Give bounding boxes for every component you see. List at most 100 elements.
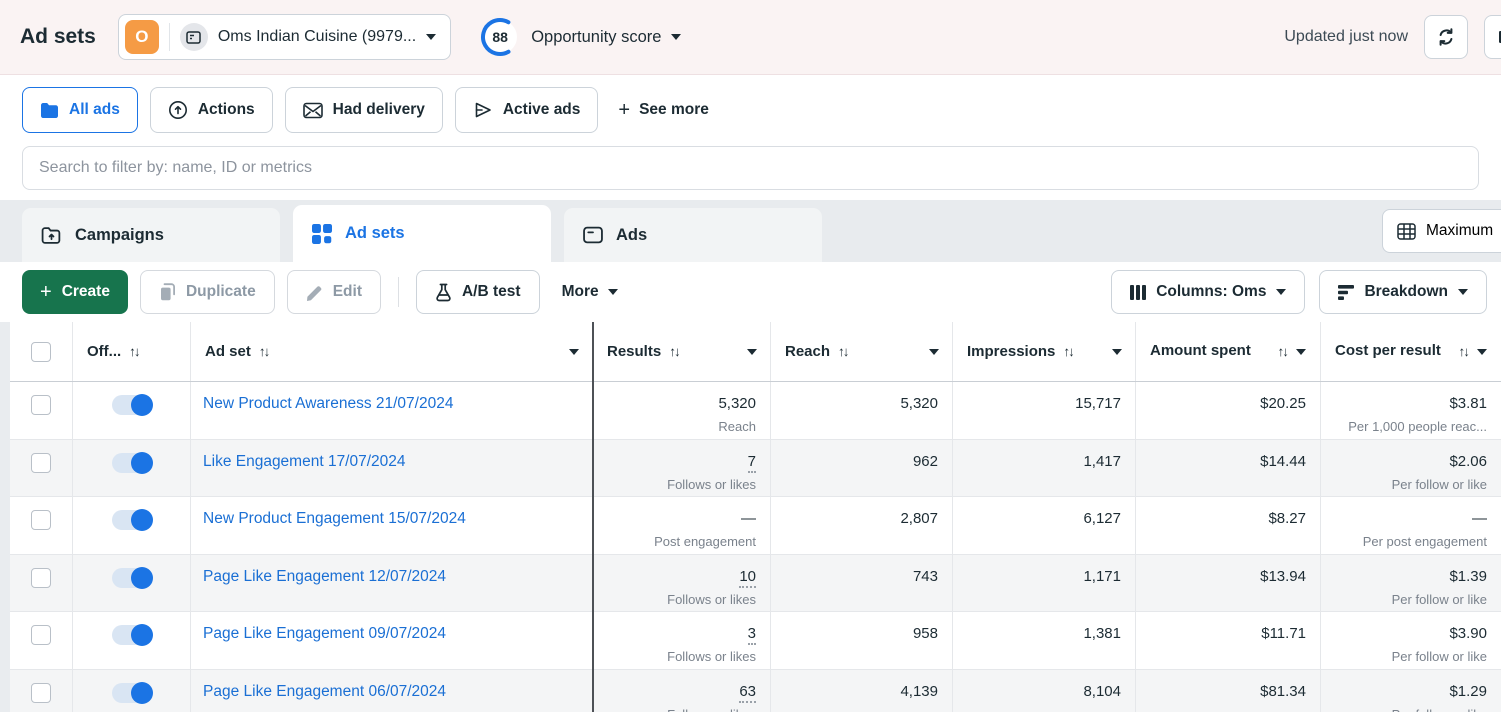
impressions-cell: 1,171 xyxy=(952,555,1135,612)
plus-icon: + xyxy=(618,100,630,120)
adset-name-link[interactable]: Page Like Engagement 06/07/2024 xyxy=(191,683,446,701)
row-checkbox[interactable] xyxy=(31,395,51,415)
adset-name-link[interactable]: Like Engagement 17/07/2024 xyxy=(191,453,406,471)
row-checkbox[interactable] xyxy=(31,453,51,473)
adset-name-link[interactable]: Page Like Engagement 12/07/2024 xyxy=(191,568,446,586)
row-toggle-cell xyxy=(72,497,190,554)
more-button[interactable]: More xyxy=(552,283,628,301)
columns-button[interactable]: Columns: Oms xyxy=(1111,270,1305,314)
select-all-checkbox[interactable] xyxy=(31,342,51,362)
search-input[interactable] xyxy=(22,146,1479,190)
opportunity-score-value: 88 xyxy=(479,16,521,58)
chevron-down-icon[interactable] xyxy=(1477,349,1487,355)
row-checkbox[interactable] xyxy=(31,510,51,530)
results-sublabel: Follows or likes xyxy=(593,477,756,492)
sort-icon[interactable]: ↑↓ xyxy=(1063,344,1073,359)
maximum-label: Maximum xyxy=(1426,222,1493,240)
adset-name-link[interactable]: Page Like Engagement 09/07/2024 xyxy=(191,625,446,643)
adset-active-toggle[interactable] xyxy=(112,625,152,645)
ad-account-selector[interactable]: O Oms Indian Cuisine (9979... xyxy=(118,14,451,60)
ab-test-label: A/B test xyxy=(462,283,521,301)
amount-spent-cell: $11.71 xyxy=(1135,612,1320,669)
reach-cell: 4,139 xyxy=(770,670,952,712)
results-header-label: Results xyxy=(607,343,661,360)
adset-active-toggle[interactable] xyxy=(112,568,152,588)
tab-ads[interactable]: Ads xyxy=(564,208,822,262)
column-header-impressions[interactable]: Impressions ↑↓ xyxy=(952,322,1135,381)
filter-had-delivery[interactable]: Had delivery xyxy=(285,87,443,133)
chevron-down-icon[interactable] xyxy=(929,349,939,355)
adset-active-toggle[interactable] xyxy=(112,395,152,415)
reach-cell: 962 xyxy=(770,440,952,497)
results-sublabel: Follows or likes xyxy=(593,592,756,607)
adset-active-toggle[interactable] xyxy=(112,453,152,473)
opportunity-score-widget[interactable]: 88 Opportunity score xyxy=(479,16,681,58)
row-select-cell xyxy=(10,440,72,497)
row-checkbox[interactable] xyxy=(31,683,51,703)
row-select-cell xyxy=(10,382,72,439)
cost-sublabel: Per follow or like xyxy=(1321,592,1487,607)
amount-spent-cell: $14.44 xyxy=(1135,440,1320,497)
refresh-button[interactable] xyxy=(1424,15,1468,59)
filter-all-ads[interactable]: All ads xyxy=(22,87,138,133)
row-checkbox[interactable] xyxy=(31,568,51,588)
column-header-cost-per-result[interactable]: Cost per result ↑↓ xyxy=(1320,322,1501,381)
duplicate-icon xyxy=(159,283,176,301)
account-name: Oms Indian Cuisine (9979... xyxy=(218,28,416,46)
results-value: 10 xyxy=(593,568,756,585)
filter-actions[interactable]: Actions xyxy=(150,87,273,133)
see-more-button[interactable]: + See more xyxy=(618,100,708,120)
sort-icon[interactable]: ↑↓ xyxy=(1459,344,1469,359)
results-cell: 63Follows or likes xyxy=(592,670,770,712)
row-select-cell xyxy=(10,612,72,669)
adset-name-link[interactable]: New Product Awareness 21/07/2024 xyxy=(191,395,453,413)
create-button[interactable]: + Create xyxy=(22,270,128,314)
chevron-down-icon[interactable] xyxy=(1296,349,1306,355)
filter-active-ads[interactable]: Active ads xyxy=(455,87,599,133)
cost-sublabel: Per follow or like xyxy=(1321,477,1487,492)
off-header-label: Off... xyxy=(87,343,121,360)
amount-spent-cell: $20.25 xyxy=(1135,382,1320,439)
column-header-adset[interactable]: Ad set ↑↓ xyxy=(190,322,592,381)
sort-icon[interactable]: ↑↓ xyxy=(129,344,139,359)
breakdown-button[interactable]: Breakdown xyxy=(1319,270,1487,314)
maximum-button[interactable]: Maximum xyxy=(1382,209,1501,253)
results-value: — xyxy=(593,510,756,527)
chevron-down-icon[interactable] xyxy=(569,349,579,355)
sort-icon[interactable]: ↑↓ xyxy=(669,344,679,359)
adset-active-toggle[interactable] xyxy=(112,510,152,530)
tab-ad-sets[interactable]: Ad sets xyxy=(293,205,551,262)
cost-per-result-cell: $3.90Per follow or like xyxy=(1320,612,1501,669)
edit-button[interactable]: Edit xyxy=(287,270,381,314)
chevron-down-icon[interactable] xyxy=(1112,349,1122,355)
filter-label: All ads xyxy=(69,101,120,119)
column-header-results[interactable]: Results ↑↓ xyxy=(592,322,770,381)
results-value: 3 xyxy=(593,625,756,642)
row-checkbox[interactable] xyxy=(31,625,51,645)
tab-campaigns[interactable]: Campaigns xyxy=(22,208,280,262)
review-publish-button-partial[interactable] xyxy=(1484,15,1501,59)
cost-per-result-cell: $1.39 Per follow or like xyxy=(1320,555,1501,612)
table-row: Page Like Engagement 09/07/20243Follows … xyxy=(10,612,1501,670)
adset-header-label: Ad set xyxy=(205,343,251,360)
duplicate-button[interactable]: Duplicate xyxy=(140,270,275,314)
sort-icon[interactable]: ↑↓ xyxy=(1278,344,1288,359)
adset-active-toggle[interactable] xyxy=(112,683,152,703)
ab-test-button[interactable]: A/B test xyxy=(416,270,540,314)
envelope-icon xyxy=(303,102,323,119)
column-header-off[interactable]: Off... ↑↓ xyxy=(72,322,190,381)
amount-spent-cell: $13.94 xyxy=(1135,555,1320,612)
sort-icon[interactable]: ↑↓ xyxy=(259,344,269,359)
folder-outline-icon xyxy=(41,226,62,245)
opportunity-score-ring: 88 xyxy=(479,16,521,58)
cost-value: $1.39 xyxy=(1321,568,1487,585)
sort-icon[interactable]: ↑↓ xyxy=(838,344,848,359)
table-row: New Product Awareness 21/07/20245,320Rea… xyxy=(10,382,1501,440)
column-header-amount-spent[interactable]: Amount spent ↑↓ xyxy=(1135,322,1320,381)
table-header-row: Off... ↑↓ Ad set ↑↓ Results ↑↓ Reach ↑↓ … xyxy=(10,322,1501,382)
frozen-column-divider[interactable] xyxy=(592,322,594,712)
chevron-down-icon[interactable] xyxy=(747,349,757,355)
column-header-reach[interactable]: Reach ↑↓ xyxy=(770,322,952,381)
adset-name-link[interactable]: New Product Engagement 15/07/2024 xyxy=(191,510,466,528)
tab-label: Campaigns xyxy=(75,226,164,245)
